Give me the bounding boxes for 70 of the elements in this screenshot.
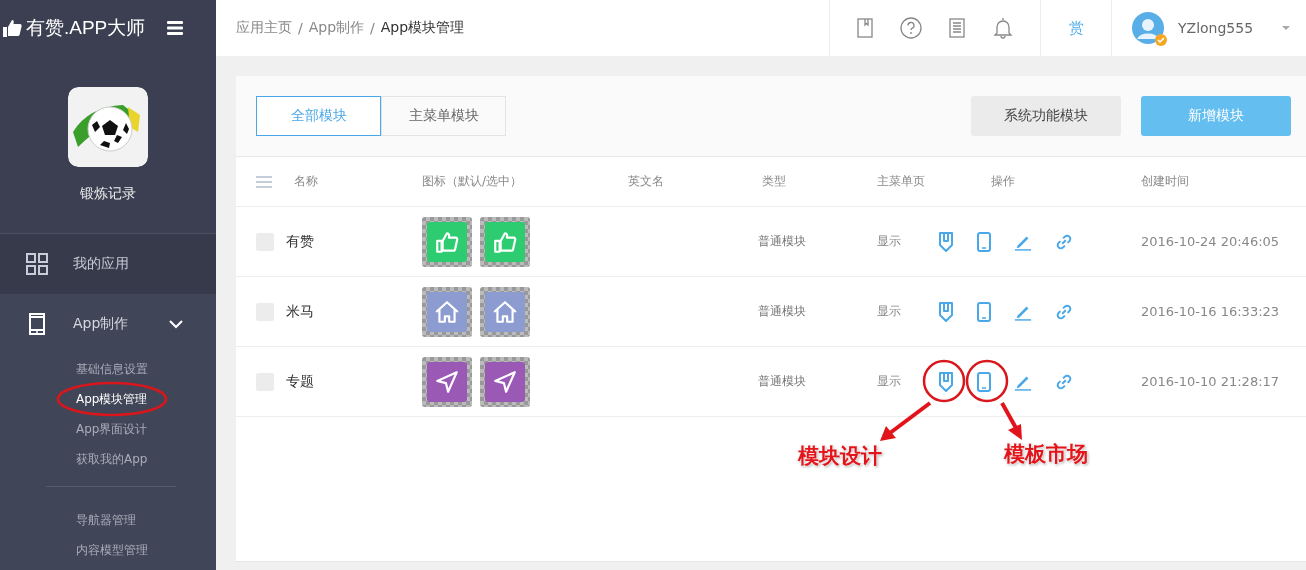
annotation-label: 模块设计: [798, 443, 882, 470]
chevron-down-icon: [169, 319, 183, 329]
tab[interactable]: 全部模块: [256, 96, 381, 136]
menu-visibility: 显示: [877, 303, 902, 320]
tablet-icon: [26, 313, 48, 335]
submenu-item[interactable]: 获取我的App: [0, 444, 216, 474]
created-time: 2016-10-16 16:33:23: [1141, 304, 1281, 319]
home-icon: [434, 298, 460, 325]
column-header: 英文名: [628, 173, 665, 190]
column-header: 图标（默认/选中）: [422, 173, 524, 190]
help-icon[interactable]: [900, 17, 922, 39]
design-icon[interactable]: [938, 231, 954, 252]
module-name: 专题: [286, 372, 315, 391]
caret-down-icon[interactable]: [1282, 26, 1290, 30]
module-name: 有赞: [286, 232, 315, 251]
mobile-icon[interactable]: [977, 371, 991, 392]
link-icon[interactable]: [1055, 232, 1073, 251]
created-time: 2016-10-10 21:28:17: [1141, 374, 1281, 389]
highlight-circle: [965, 359, 1009, 403]
mobile-icon[interactable]: [977, 301, 991, 322]
mobile-icon[interactable]: [977, 231, 991, 252]
reward-button[interactable]: 赏: [1040, 0, 1112, 56]
grid-icon: [26, 253, 48, 275]
send-icon: [492, 368, 518, 395]
column-header: 名称: [294, 173, 319, 190]
breadcrumb-separator: /: [370, 20, 375, 36]
tab[interactable]: 主菜单模块: [381, 96, 506, 136]
bell-icon[interactable]: [993, 17, 1013, 39]
column-header: 类型: [762, 173, 787, 190]
thumbs-up-icon: [2, 18, 22, 38]
annotation-label: 模板市场: [1004, 441, 1088, 468]
link-icon[interactable]: [1055, 372, 1073, 391]
submenu-item[interactable]: 基础信息设置: [0, 354, 216, 384]
module-type: 普通模块: [758, 303, 807, 320]
breadcrumb-current: App模块管理: [380, 19, 465, 37]
design-icon[interactable]: [938, 371, 954, 392]
column-header: 操作: [991, 173, 1016, 190]
link-icon[interactable]: [1055, 302, 1073, 321]
highlight-circle: [922, 359, 966, 403]
column-header: 创建时间: [1141, 173, 1190, 190]
menu-icon[interactable]: [167, 21, 184, 35]
submenu-item[interactable]: App界面设计: [0, 414, 216, 444]
app-name: 锻炼记录: [80, 185, 136, 203]
document-icon[interactable]: [949, 18, 965, 38]
nav-item[interactable]: App制作: [0, 294, 216, 354]
column-header: 主菜单页: [877, 173, 926, 190]
arrow-annotation: [880, 401, 932, 441]
design-icon[interactable]: [938, 301, 954, 322]
list-icon[interactable]: [256, 175, 272, 188]
submenu-item[interactable]: App模块管理: [0, 384, 216, 414]
submenu-item[interactable]: 内容模型管理: [0, 535, 216, 565]
nav-item[interactable]: 我的应用: [0, 234, 216, 294]
home-icon: [492, 298, 518, 325]
avatar[interactable]: [1132, 12, 1164, 44]
user-name[interactable]: YZlong555: [1178, 20, 1282, 36]
breadcrumb-separator: /: [298, 20, 303, 36]
brand-name: 有赞.APP大师: [26, 16, 146, 40]
module-name: 米马: [286, 302, 315, 321]
system-modules-button[interactable]: 系统功能模块: [971, 96, 1121, 136]
breadcrumb-link[interactable]: 应用主页: [236, 19, 292, 37]
submenu-item[interactable]: 导航器管理: [0, 505, 216, 535]
breadcrumb-link[interactable]: App制作: [308, 19, 365, 37]
arrow-annotation: [1000, 402, 1022, 440]
menu-visibility: 显示: [877, 233, 902, 250]
module-type: 普通模块: [758, 373, 807, 390]
module-type: 普通模块: [758, 233, 807, 250]
book-icon[interactable]: [857, 18, 873, 38]
menu-visibility: 显示: [877, 373, 902, 390]
created-time: 2016-10-24 20:46:05: [1141, 234, 1281, 249]
send-icon: [434, 368, 460, 395]
